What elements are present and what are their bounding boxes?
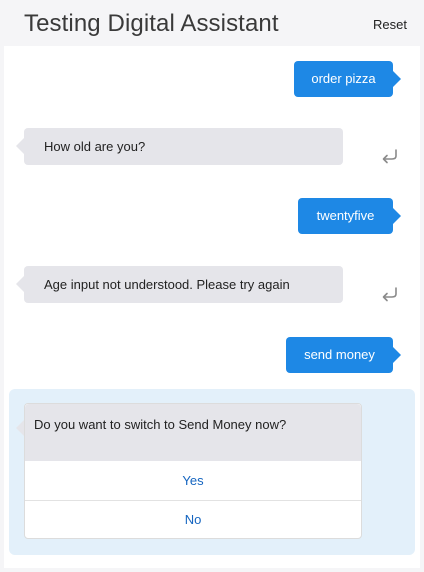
chat-panel[interactable]: order pizza How old are you? twentyfive …	[4, 46, 420, 568]
user-message: send money	[286, 337, 401, 373]
bot-message: Age input not understood. Please try aga…	[16, 266, 343, 303]
no-button[interactable]: No	[25, 501, 361, 539]
user-message: twentyfive	[298, 198, 401, 234]
reply-arrow-icon[interactable]	[380, 286, 400, 302]
header-bar: Testing Digital Assistant Reset	[0, 0, 424, 46]
switch-skill-card-container: Do you want to switch to Send Money now?…	[9, 389, 415, 555]
card-question: Do you want to switch to Send Money now?	[16, 404, 361, 461]
bot-message: How old are you?	[16, 128, 343, 165]
reset-button[interactable]: Reset	[373, 17, 407, 32]
switch-skill-card: Do you want to switch to Send Money now?…	[16, 403, 362, 539]
user-message: order pizza	[294, 61, 401, 97]
page-title: Testing Digital Assistant	[24, 10, 279, 37]
reply-arrow-icon[interactable]	[380, 148, 400, 164]
yes-button[interactable]: Yes	[25, 462, 361, 500]
